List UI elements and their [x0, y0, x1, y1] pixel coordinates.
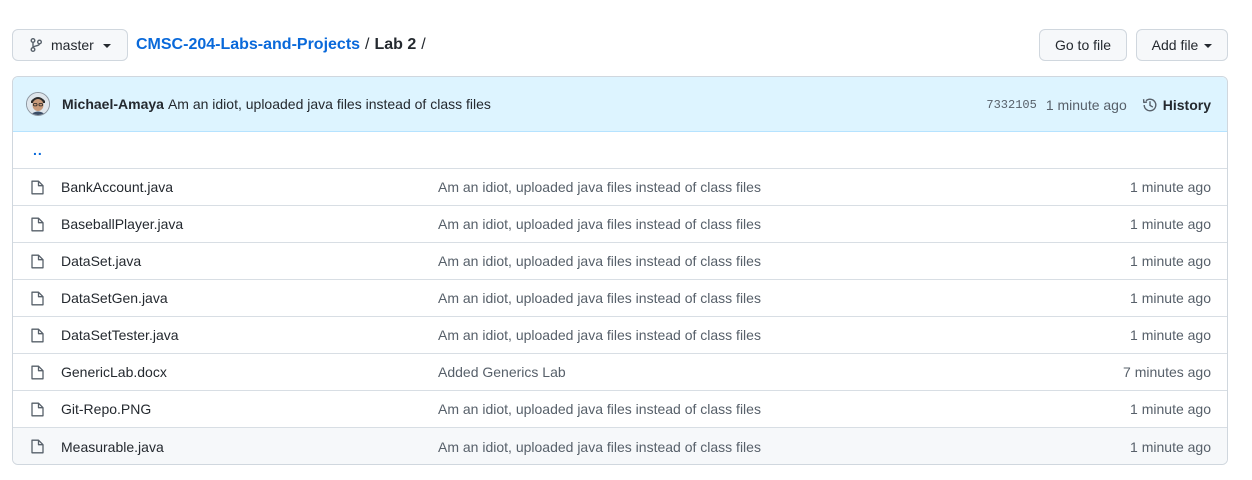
file-commit-age: 1 minute ago	[1130, 401, 1211, 417]
chevron-down-icon	[1204, 44, 1213, 48]
file-name[interactable]: DataSetTester.java	[61, 327, 179, 343]
file-commit-message[interactable]: Am an idiot, uploaded java files instead…	[438, 327, 761, 343]
go-to-file-button[interactable]: Go to file	[1039, 29, 1127, 61]
file-icon	[31, 217, 44, 232]
commit-message[interactable]: Am an idiot, uploaded java files instead…	[168, 96, 491, 112]
file-commit-message[interactable]: Am an idiot, uploaded java files instead…	[438, 439, 761, 455]
file-commit-message[interactable]: Am an idiot, uploaded java files instead…	[438, 401, 761, 417]
avatar[interactable]	[26, 92, 50, 116]
file-list: BankAccount.java Am an idiot, uploaded j…	[13, 169, 1227, 464]
file-commit-age: 1 minute ago	[1130, 438, 1211, 455]
file-commit-age: 1 minute ago	[1130, 216, 1211, 232]
latest-commit-bar: Michael-Amaya Am an idiot, uploaded java…	[13, 77, 1227, 132]
file-icon	[31, 291, 44, 306]
breadcrumb: CMSC-204-Labs-and-Projects / Lab 2 /	[136, 29, 431, 61]
add-file-button[interactable]: Add file	[1136, 29, 1228, 61]
history-link[interactable]: History	[1142, 97, 1211, 113]
file-icon	[31, 254, 44, 269]
commit-meta: 7332105 1 minute ago History	[986, 77, 1211, 132]
file-commit-message[interactable]: Am an idiot, uploaded java files instead…	[438, 179, 761, 195]
file-row[interactable]: Measurable.java Am an idiot, uploaded ja…	[13, 428, 1227, 464]
file-icon	[31, 365, 44, 380]
file-icon	[31, 328, 44, 343]
file-commit-message[interactable]: Am an idiot, uploaded java files instead…	[438, 290, 761, 306]
file-row[interactable]: DataSetTester.java Am an idiot, uploaded…	[13, 317, 1227, 354]
file-icon	[31, 180, 44, 195]
commit-time: 1 minute ago	[1045, 96, 1127, 113]
breadcrumb-repo-link[interactable]: CMSC-204-Labs-and-Projects	[136, 36, 360, 54]
commit-sha[interactable]: 7332105	[986, 98, 1036, 112]
parent-directory-link[interactable]: ..	[33, 142, 43, 158]
parent-directory-row[interactable]: ..	[13, 132, 1227, 169]
file-commit-age: 1 minute ago	[1130, 290, 1211, 306]
add-file-label: Add file	[1151, 37, 1199, 53]
file-row[interactable]: DataSetGen.java Am an idiot, uploaded ja…	[13, 280, 1227, 317]
breadcrumb-separator: /	[365, 36, 370, 53]
file-name[interactable]: Git-Repo.PNG	[61, 401, 151, 417]
file-row[interactable]: BaseballPlayer.java Am an idiot, uploade…	[13, 206, 1227, 243]
history-icon	[1142, 98, 1157, 111]
file-commit-message[interactable]: Am an idiot, uploaded java files instead…	[438, 216, 761, 232]
file-name[interactable]: GenericLab.docx	[61, 364, 167, 380]
repo-toolbar: master CMSC-204-Labs-and-Projects / Lab …	[12, 29, 1228, 61]
file-row[interactable]: DataSet.java Am an idiot, uploaded java …	[13, 243, 1227, 280]
file-commit-age: 1 minute ago	[1130, 253, 1211, 269]
file-commit-message[interactable]: Added Generics Lab	[438, 364, 566, 380]
file-row[interactable]: GenericLab.docx Added Generics Lab 7 min…	[13, 354, 1227, 391]
file-commit-age: 1 minute ago	[1130, 327, 1211, 343]
branch-selector-button[interactable]: master	[12, 29, 128, 61]
file-name[interactable]: Measurable.java	[61, 439, 164, 455]
file-row[interactable]: Git-Repo.PNG Am an idiot, uploaded java …	[13, 391, 1227, 428]
file-commit-message[interactable]: Am an idiot, uploaded java files instead…	[438, 253, 761, 269]
file-name[interactable]: DataSetGen.java	[61, 290, 168, 306]
go-to-file-label: Go to file	[1054, 37, 1112, 53]
file-row[interactable]: BankAccount.java Am an idiot, uploaded j…	[13, 169, 1227, 206]
file-name[interactable]: BankAccount.java	[61, 179, 173, 195]
git-branch-icon	[30, 38, 42, 52]
breadcrumb-current-folder: Lab 2	[374, 36, 417, 53]
file-commit-age: 1 minute ago	[1130, 179, 1211, 195]
branch-name: master	[51, 37, 94, 53]
file-name[interactable]: BaseballPlayer.java	[61, 216, 183, 232]
file-name[interactable]: DataSet.java	[61, 253, 141, 269]
commit-author[interactable]: Michael-Amaya	[62, 96, 164, 112]
file-icon	[31, 439, 44, 454]
file-icon	[31, 402, 44, 417]
chevron-down-icon	[102, 44, 111, 48]
user-avatar-icon	[27, 93, 49, 115]
file-commit-age: 7 minutes ago	[1123, 364, 1211, 380]
breadcrumb-separator: /	[421, 36, 426, 53]
history-label: History	[1162, 96, 1211, 113]
file-browser: Michael-Amaya Am an idiot, uploaded java…	[12, 76, 1228, 465]
